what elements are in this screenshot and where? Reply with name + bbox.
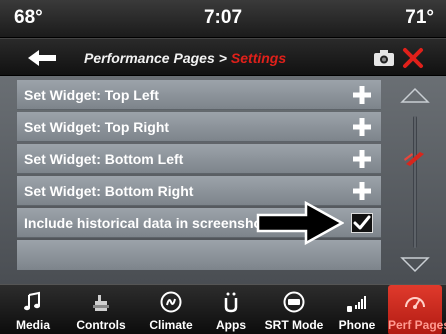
title-bar: Performance Pages > Settings [0, 38, 446, 76]
nav-label: Controls [76, 318, 126, 332]
nav-item-perf-pages[interactable]: Perf Pages [388, 285, 446, 334]
screenshot-button[interactable] [372, 48, 396, 68]
scroll-up-icon[interactable] [400, 86, 430, 104]
back-arrow-icon [28, 50, 56, 66]
breadcrumb: Performance Pages > Settings [84, 50, 286, 66]
camera-icon [374, 50, 394, 66]
phone-icon [347, 296, 366, 312]
back-button[interactable] [26, 47, 60, 69]
setting-label: Set Widget: Top Right [24, 119, 170, 135]
nav-item-climate[interactable]: Climate [140, 285, 202, 334]
music-note-icon [24, 291, 40, 311]
callout-arrow-icon [256, 200, 344, 246]
nav-label: Phone [338, 318, 376, 332]
setting-row-top-right[interactable]: Set Widget: Top Right [17, 112, 381, 142]
srt-mode-icon [283, 291, 305, 313]
scroll-track[interactable] [413, 116, 417, 248]
nav-label: Climate [149, 318, 193, 332]
nav-label: Perf Pages [388, 318, 446, 332]
plus-icon[interactable] [351, 116, 373, 138]
climate-icon [160, 291, 182, 313]
scroll-bar[interactable] [392, 80, 438, 280]
nav-item-media[interactable]: Media [6, 285, 60, 334]
setting-label: Set Widget: Bottom Left [24, 151, 184, 167]
scroll-thumb-icon[interactable] [402, 148, 428, 170]
bottom-nav: Media Controls Climate Apps SRT Mode Pho… [0, 284, 446, 334]
plus-icon[interactable] [351, 84, 373, 106]
historical-data-checkbox[interactable] [351, 213, 373, 233]
plus-icon[interactable] [351, 180, 373, 202]
scroll-down-icon[interactable] [400, 256, 430, 274]
plus-icon[interactable] [351, 148, 373, 170]
nav-label: Media [15, 318, 50, 332]
nav-label: SRT Mode [264, 318, 324, 332]
controls-hand-icon [93, 295, 109, 311]
breadcrumb-separator: > [218, 50, 227, 66]
nav-item-apps[interactable]: Apps [206, 285, 256, 334]
setting-label: Set Widget: Bottom Right [24, 183, 194, 199]
setting-label: Include historical data in screenshot [24, 215, 267, 231]
close-button[interactable] [401, 46, 425, 70]
breadcrumb-parent[interactable]: Performance Pages [84, 50, 215, 66]
perf-pages-icon [405, 297, 425, 309]
outside-temperature-right[interactable]: 71° [405, 7, 434, 29]
nav-item-srt-mode[interactable]: SRT Mode [260, 285, 328, 334]
nav-label: Apps [216, 318, 246, 332]
close-icon [403, 48, 423, 68]
setting-row-bottom-left[interactable]: Set Widget: Bottom Left [17, 144, 381, 174]
settings-panel: Set Widget: Top Left Set Widget: Top Rig… [0, 76, 446, 284]
nav-item-controls[interactable]: Controls [68, 285, 134, 334]
setting-row-top-left[interactable]: Set Widget: Top Left [17, 80, 381, 110]
checkmark-icon [353, 215, 371, 230]
nav-item-phone[interactable]: Phone [332, 285, 382, 334]
status-bar: 68° 7:07 71° [0, 0, 446, 38]
setting-label: Set Widget: Top Left [24, 87, 159, 103]
clock: 7:07 [203, 7, 243, 28]
breadcrumb-current: Settings [230, 50, 287, 66]
apps-icon [224, 292, 238, 313]
